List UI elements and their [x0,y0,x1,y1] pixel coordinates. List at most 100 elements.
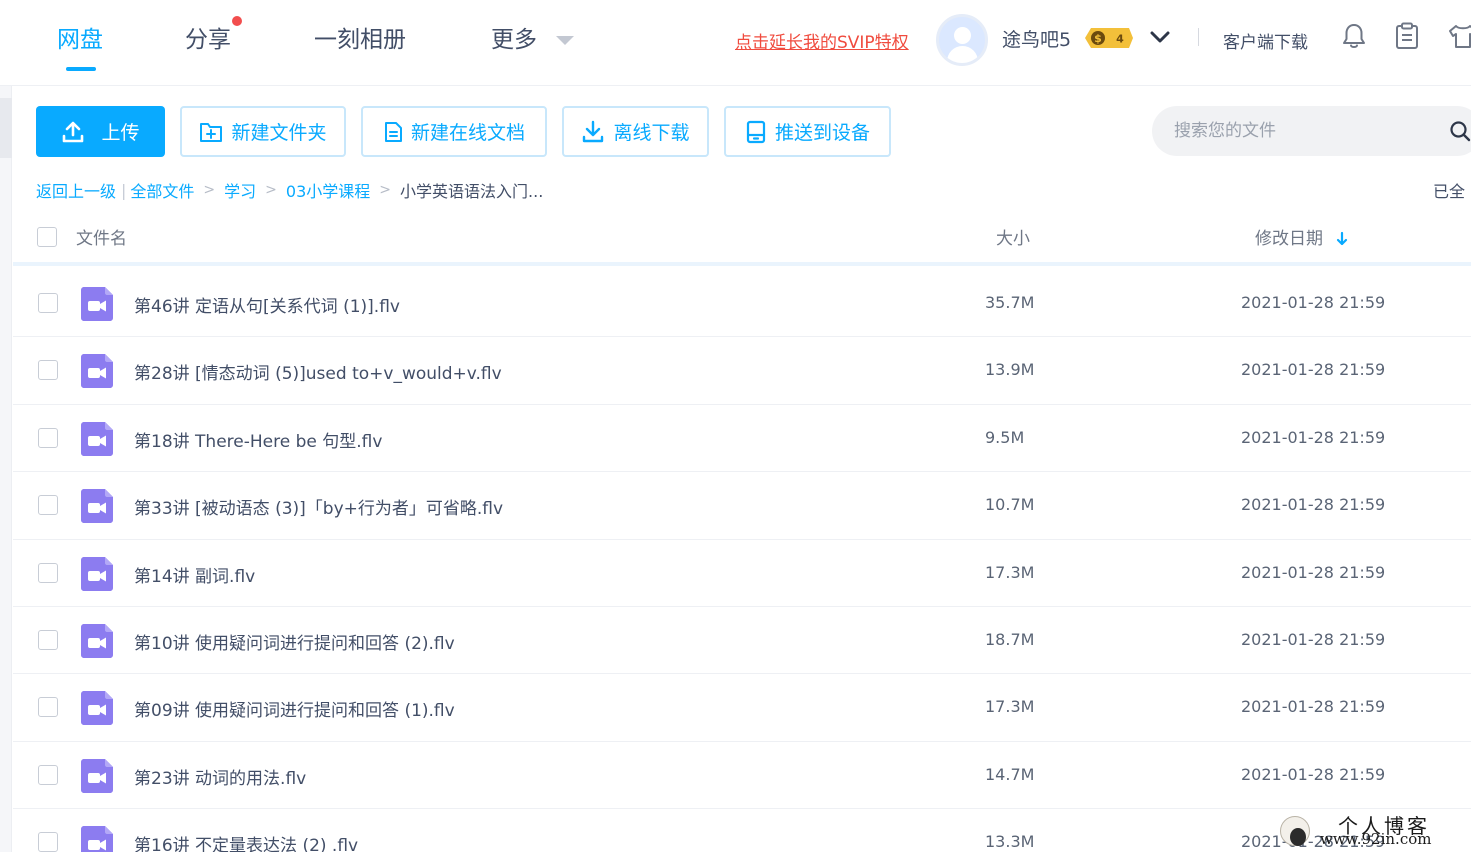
bell-icon[interactable] [1341,22,1367,50]
file-modified-date: 2021-01-28 21:59 [1241,697,1386,717]
tshirt-icon[interactable] [1448,22,1471,50]
upload-button-label: 上传 [101,122,140,144]
clipboard-icon[interactable] [1394,22,1420,50]
file-row[interactable]: 第23讲 动词的用法.flv 14.7M 2021-01-28 21:59 [13,742,1471,810]
push-to-device-button-label: 推送到设备 [774,122,870,144]
row-checkbox[interactable] [38,764,58,785]
row-checkbox[interactable] [38,629,58,650]
tab-more-label: 更多 [491,27,537,53]
download-icon [583,120,604,142]
new-doc-button-label: 新建在线文档 [410,122,525,144]
caret-down-icon [556,36,575,45]
search-box [1152,106,1471,156]
row-checkbox[interactable] [38,360,58,381]
column-header-date[interactable]: 修改日期 [1255,224,1348,249]
watermark-logo-icon [1280,816,1310,846]
new-folder-button-label: 新建文件夹 [231,122,327,144]
table-header-divider [13,262,1471,266]
avatar[interactable] [936,14,988,66]
breadcrumb-bar: | [121,180,127,200]
file-row[interactable]: 第46讲 定语从句[关系代词 (1)].flv 35.7M 2021-01-28… [13,270,1471,338]
file-row[interactable]: 第10讲 使用疑问词进行提问和回答 (2).flv 18.7M 2021-01-… [13,607,1471,675]
search-icon[interactable] [1449,120,1471,142]
file-size: 13.9M [985,360,1035,380]
column-header-name[interactable]: 文件名 [76,224,127,249]
breadcrumb-separator: > [265,182,277,198]
video-file-icon [81,287,113,321]
chevron-down-icon[interactable] [1150,29,1170,45]
row-checkbox[interactable] [38,832,58,852]
file-modified-date: 2021-01-28 21:59 [1241,629,1386,649]
row-checkbox[interactable] [38,697,58,718]
tab-share-label: 分享 [185,27,231,53]
file-modified-date: 2021-01-28 21:59 [1241,360,1386,380]
breadcrumb-primary-courses[interactable]: 03小学课程 [286,178,370,202]
row-checkbox[interactable] [38,293,58,313]
push-to-device-button[interactable]: 推送到设备 [724,106,891,157]
active-tab-indicator [66,67,96,71]
username[interactable]: 途鸟吧5 [1002,25,1071,52]
file-modified-date: 2021-01-28 21:59 [1241,764,1386,784]
file-size: 13.3M [985,832,1035,852]
file-row[interactable]: 第28讲 [情态动词 (5)]used to+v_would+v.flv 13.… [13,337,1471,405]
file-name[interactable]: 第18讲 There-Here be 句型.flv [134,427,382,452]
file-size: 18.7M [985,629,1035,649]
file-row[interactable]: 第14讲 副词.flv 17.3M 2021-01-28 21:59 [13,540,1471,607]
sidebar-handle[interactable] [0,98,12,158]
video-file-icon [81,623,113,658]
file-name[interactable]: 第23讲 动词的用法.flv [134,764,306,789]
tab-netdisk[interactable]: 网盘 [57,20,103,71]
tab-album[interactable]: 一刻相册 [314,20,406,54]
offline-download-button[interactable]: 离线下载 [562,106,709,157]
tab-more[interactable]: 更多 [491,20,575,54]
upload-icon [63,121,84,142]
video-file-icon [81,556,113,591]
file-row[interactable]: 第16讲 不定量表达法 (2) .flv 13.3M 2021-01-28 21… [13,809,1471,852]
watermark-face [1290,828,1306,846]
file-name[interactable]: 第28讲 [情态动词 (5)]used to+v_would+v.flv [134,359,502,384]
column-header-size[interactable]: 大小 [996,224,1030,249]
file-size: 14.7M [985,764,1035,784]
breadcrumb-separator: > [203,182,216,198]
video-file-icon [81,489,113,524]
svip-level-badge-icon: $ 4 [1085,28,1133,48]
column-header-date-label: 修改日期 [1255,229,1323,249]
row-checkbox[interactable] [38,562,58,583]
file-modified-date: 2021-01-28 21:59 [1241,293,1386,312]
file-size: 10.7M [985,495,1035,515]
video-file-icon [81,826,113,852]
file-name[interactable]: 第09讲 使用疑问词进行提问和回答 (1).flv [134,696,455,721]
file-row[interactable]: 第09讲 使用疑问词进行提问和回答 (1).flv 17.3M 2021-01-… [13,674,1471,742]
video-file-icon [81,758,113,793]
upload-button[interactable]: 上传 [36,106,165,157]
vip-symbol: $ [1094,32,1102,45]
device-icon [746,120,766,143]
svip-extend-link[interactable]: 点击延长我的SVIP特权 [735,28,909,53]
breadcrumb-study[interactable]: 学习 [224,178,256,202]
file-modified-date: 2021-01-28 21:59 [1241,427,1386,447]
new-doc-button[interactable]: 新建在线文档 [361,106,547,157]
search-input[interactable] [1174,118,1434,144]
new-folder-button[interactable]: 新建文件夹 [180,106,346,157]
file-name[interactable]: 第10讲 使用疑问词进行提问和回答 (2).flv [134,629,455,654]
file-name[interactable]: 第14讲 副词.flv [134,562,255,587]
row-checkbox[interactable] [38,427,58,448]
tab-share[interactable]: 分享 [185,16,242,54]
file-size: 9.5M [985,427,1025,447]
file-name[interactable]: 第33讲 [被动语态 (3)]「by+行为者」可省略.flv [134,494,503,519]
file-size: 35.7M [985,293,1035,312]
row-checkbox[interactable] [38,495,58,516]
breadcrumb-current: 小学英语语法入门... [400,182,544,201]
breadcrumb-all-files[interactable]: 全部文件 [130,178,194,202]
file-size: 17.3M [985,562,1035,582]
file-name[interactable]: 第16讲 不定量表达法 (2) .flv [134,831,358,852]
avatar-head [954,27,971,44]
breadcrumb-back-link[interactable]: 返回上一级 [36,178,116,202]
file-row[interactable]: 第18讲 There-Here be 句型.flv 9.5M 2021-01-2… [13,405,1471,473]
file-row[interactable]: 第33讲 [被动语态 (3)]「by+行为者」可省略.flv 10.7M 202… [13,472,1471,540]
avatar-body [947,46,978,63]
blog-watermark: 个人博客 www.92in.com [1278,810,1464,852]
client-download-link[interactable]: 客户端下载 [1223,28,1308,53]
file-name[interactable]: 第46讲 定语从句[关系代词 (1)].flv [134,292,400,317]
select-all-checkbox[interactable] [37,227,57,247]
